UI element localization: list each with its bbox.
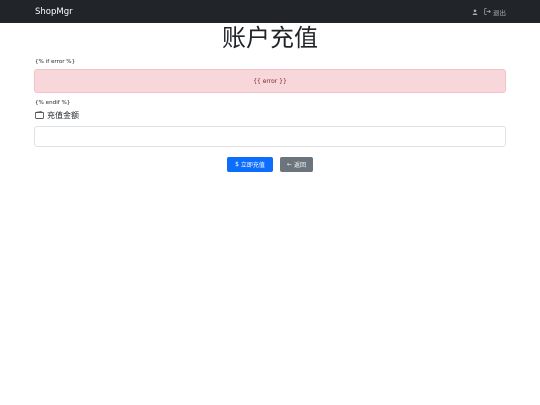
amount-input[interactable] (34, 126, 506, 147)
amount-label: 充值金额 (35, 110, 79, 121)
navbar: ShopMgr 退出 (0, 0, 540, 23)
template-endif: {% endif %} (35, 100, 71, 106)
amount-label-text: 充值金额 (47, 111, 79, 120)
navbar-right: 退出 (472, 7, 506, 17)
user-icon[interactable] (472, 8, 478, 15)
recharge-button[interactable]: $ 立即充值 (227, 157, 273, 172)
logout-icon (484, 8, 491, 15)
arrow-left-icon: ← (286, 161, 292, 168)
logout-label: 退出 (493, 8, 506, 17)
brand-link[interactable]: ShopMgr (35, 7, 73, 17)
logout-link[interactable]: 退出 (484, 7, 506, 17)
recharge-button-label: 立即充值 (240, 162, 265, 169)
back-button-label: 返回 (294, 162, 307, 169)
error-message: {{ error }} (253, 77, 287, 85)
template-if-error: {% if error %} (35, 59, 76, 65)
page-title: 账户充值 (222, 24, 318, 52)
error-alert: {{ error }} (34, 69, 506, 93)
dollar-icon: $ (235, 161, 239, 168)
back-button[interactable]: ← 返回 (280, 157, 313, 172)
wallet-icon (35, 110, 44, 121)
